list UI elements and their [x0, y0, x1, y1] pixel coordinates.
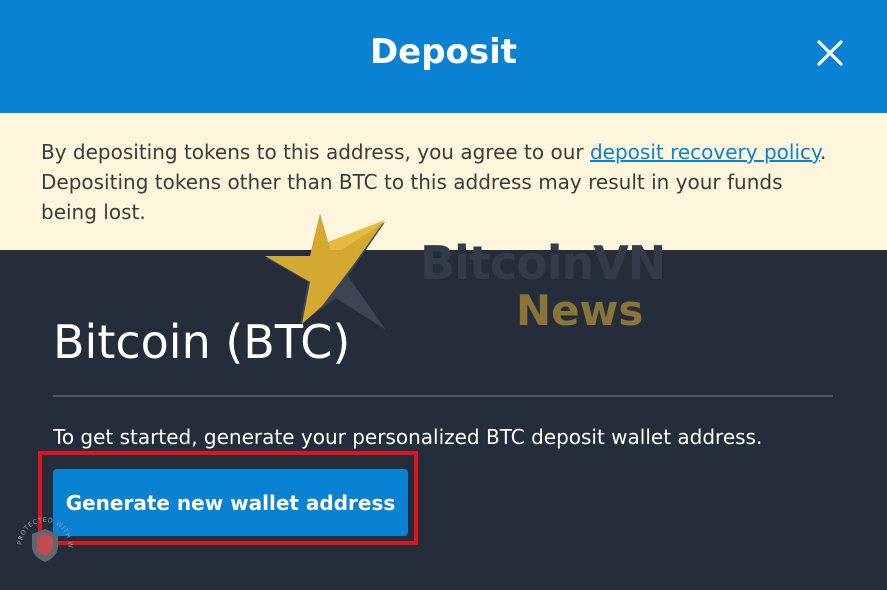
generate-wallet-address-button[interactable]: Generate new wallet address — [53, 469, 408, 536]
modal-title: Deposit — [369, 32, 518, 72]
deposit-recovery-policy-link[interactable]: deposit recovery policy — [590, 140, 820, 164]
watermark-line-2: News — [516, 286, 644, 335]
notice-text: By depositing tokens to this address, yo… — [41, 137, 841, 227]
modal-header: Deposit — [0, 0, 887, 113]
instruction-text: To get started, generate your personaliz… — [53, 425, 763, 449]
close-button[interactable] — [810, 33, 850, 73]
coin-title: Bitcoin (BTC) — [53, 315, 351, 369]
deposit-notice: By depositing tokens to this address, yo… — [0, 113, 887, 250]
notice-text-before: By depositing tokens to this address, yo… — [41, 140, 590, 164]
close-icon — [817, 40, 843, 66]
divider — [53, 395, 833, 397]
